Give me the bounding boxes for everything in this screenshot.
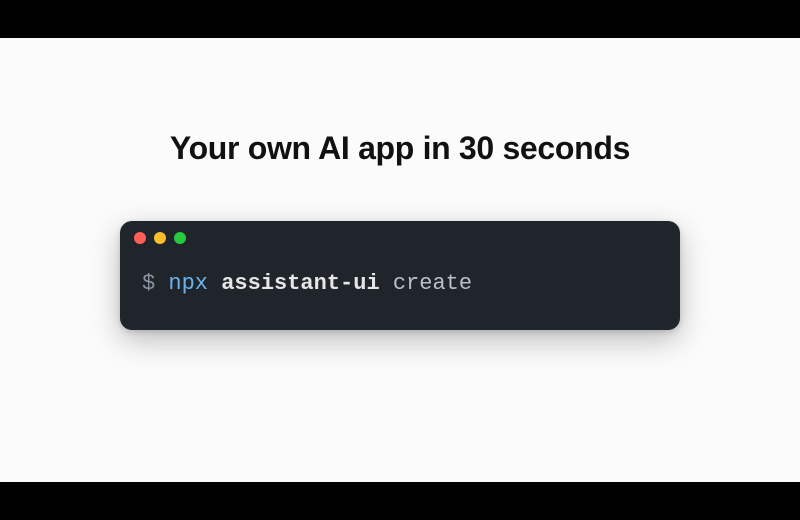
terminal-titlebar: [120, 221, 680, 255]
command-subcommand: create: [393, 271, 472, 296]
minimize-icon[interactable]: [154, 232, 166, 244]
close-icon[interactable]: [134, 232, 146, 244]
terminal-body: $ npx assistant-ui create: [120, 255, 680, 330]
prompt-symbol: $: [142, 271, 155, 296]
command-package: assistant-ui: [221, 271, 379, 296]
zoom-icon[interactable]: [174, 232, 186, 244]
terminal-window: $ npx assistant-ui create: [120, 221, 680, 330]
headline: Your own AI app in 30 seconds: [170, 130, 630, 167]
promo-slide: Your own AI app in 30 seconds $ npx assi…: [0, 38, 800, 482]
command-binary: npx: [168, 271, 208, 296]
